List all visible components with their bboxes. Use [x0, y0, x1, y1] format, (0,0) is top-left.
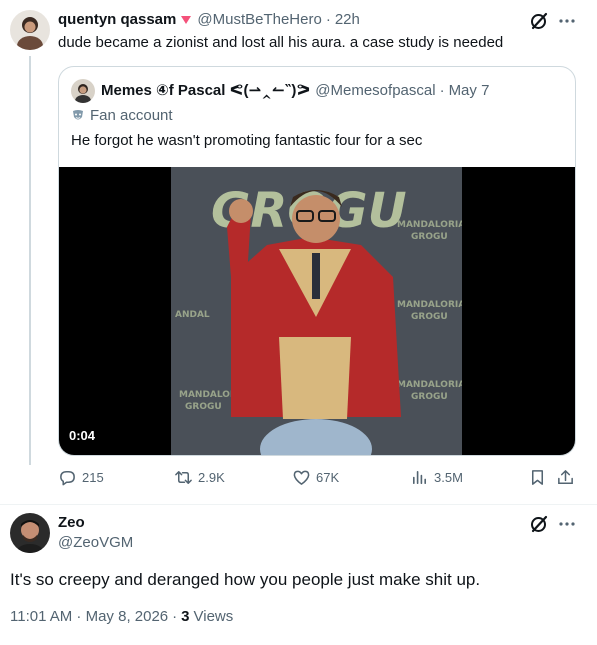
more-options-icon[interactable]: [556, 10, 578, 32]
quote-text: He forgot he wasn't promoting fantastic …: [71, 132, 423, 149]
svg-text:GROGU: GROGU: [185, 402, 222, 412]
repost-icon: [174, 468, 193, 487]
svg-text:MANDALORIAN: MANDALORIAN: [397, 220, 462, 230]
video-frame: GROGU MANDALORIANGROGU MANDALORIANGROGU …: [171, 167, 462, 455]
heart-icon: [292, 468, 311, 487]
reply-count: 215: [82, 470, 104, 485]
header-separator: ·: [325, 11, 331, 28]
tweet-header: quentyn qassam @MustBeTheHero · 22h: [58, 10, 360, 30]
bookmark-button[interactable]: [528, 468, 547, 487]
views-button[interactable]: 3.5M: [410, 468, 463, 487]
reply-meta: 11:01 AM · May 8, 2026 · 3 Views: [10, 607, 233, 627]
video-time: 0:04: [69, 428, 96, 443]
thread-line: [29, 56, 31, 465]
analytics-icon: [410, 468, 429, 487]
reply-author-handle[interactable]: @ZeoVGM: [58, 533, 133, 553]
views-count: 3.5M: [434, 470, 463, 485]
reply-author-avatar[interactable]: [10, 513, 50, 553]
reply-author-name[interactable]: Zeo: [58, 513, 85, 533]
fan-account-label: Fan account: [90, 107, 173, 124]
reply-button[interactable]: 215: [58, 468, 104, 487]
like-count: 67K: [316, 470, 340, 485]
reply-views-count: 3: [181, 608, 190, 625]
reply-author-name-row: Zeo: [58, 513, 85, 533]
reply-author-handle-row: @ZeoVGM: [58, 533, 133, 553]
quote-author-handle[interactable]: @Memesofpascal: [315, 81, 435, 101]
quote-header: Memes ④f Pascal ᕙ(⇀‸↼‶)ᕗ @Memesofpascal …: [101, 81, 489, 101]
author-name[interactable]: quentyn qassam: [58, 10, 176, 30]
theater-mask-icon: [71, 109, 85, 123]
quote-separator: ·: [439, 82, 445, 99]
svg-text:GROGU: GROGU: [411, 392, 448, 402]
quote-author-avatar[interactable]: [71, 79, 95, 103]
quoted-tweet[interactable]: Memes ④f Pascal ᕙ(⇀‸↼‶)ᕗ @Memesofpascal …: [58, 66, 576, 456]
svg-text:GROGU: GROGU: [411, 312, 448, 322]
quote-video[interactable]: GROGU MANDALORIANGROGU MANDALORIANGROGU …: [59, 167, 575, 455]
bookmark-icon: [528, 468, 547, 487]
reply-icon: [58, 468, 77, 487]
quote-date[interactable]: May 7: [449, 81, 490, 101]
reply-grok-icon[interactable]: [528, 513, 550, 535]
svg-text:ANDAL: ANDAL: [175, 310, 210, 320]
tweet-divider: [0, 504, 597, 505]
svg-text:MANDALORIAN: MANDALORIAN: [397, 380, 462, 390]
like-button[interactable]: 67K: [292, 468, 339, 487]
fan-account-badge: Fan account: [71, 106, 173, 126]
quote-author-name[interactable]: Memes ④f Pascal ᕙ(⇀‸↼‶)ᕗ: [101, 81, 310, 101]
repost-button[interactable]: 2.9K: [174, 468, 225, 487]
heart-emoji-icon: [180, 14, 192, 26]
grok-icon[interactable]: [528, 10, 550, 32]
reply-meta-dot: ·: [172, 608, 178, 625]
svg-text:GROGU: GROGU: [411, 232, 448, 242]
author-avatar[interactable]: [10, 10, 50, 50]
share-button[interactable]: [556, 468, 575, 487]
share-icon: [556, 468, 575, 487]
tweet-actions: 215 2.9K 67K 3.5M: [58, 468, 578, 492]
tweet-time[interactable]: 22h: [335, 10, 360, 30]
reply-views-label: Views: [193, 608, 234, 625]
repost-count: 2.9K: [198, 470, 225, 485]
reply-text: It's so creepy and deranged how you peop…: [10, 570, 481, 589]
tweet-text: dude became a zionist and lost all his a…: [58, 34, 504, 51]
svg-text:MANDALORIAN: MANDALORIAN: [397, 300, 462, 310]
reply-more-options-icon[interactable]: [556, 513, 578, 535]
author-handle[interactable]: @MustBeTheHero: [197, 10, 321, 30]
reply-timestamp[interactable]: 11:01 AM · May 8, 2026: [10, 607, 168, 627]
